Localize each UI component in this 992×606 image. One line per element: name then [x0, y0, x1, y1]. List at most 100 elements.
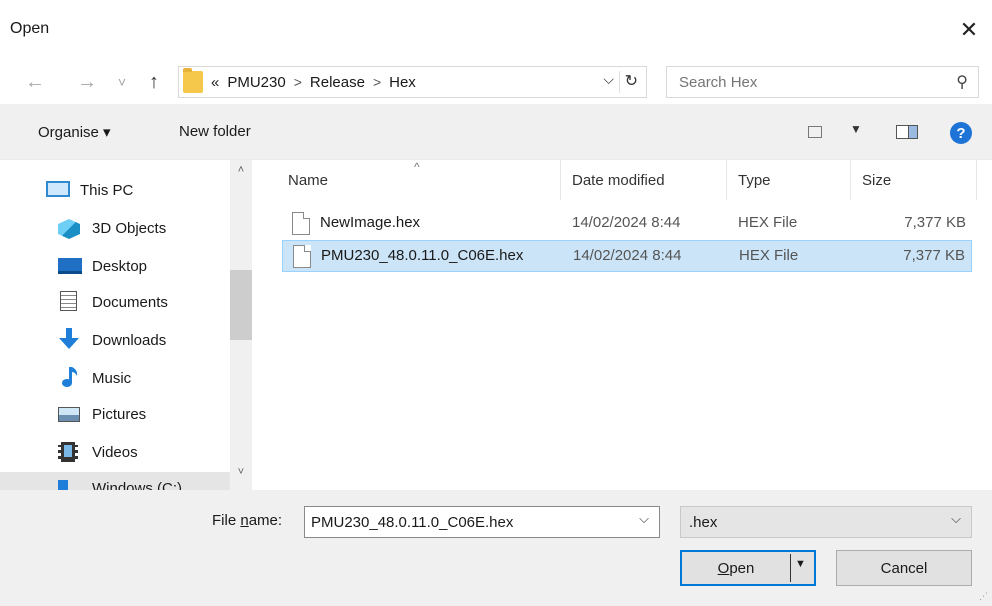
column-divider[interactable] [976, 160, 977, 200]
sidebar-item-pictures[interactable]: Pictures [0, 396, 232, 432]
pictures-icon [58, 407, 80, 422]
search-input[interactable] [679, 73, 939, 91]
back-arrow-icon[interactable]: ← [24, 68, 46, 96]
recent-locations-icon[interactable]: ˅ [112, 68, 132, 96]
file-name: NewImage.hex [320, 214, 421, 231]
refresh-icon[interactable]: ↻ [625, 71, 638, 91]
open-options-dropdown-icon[interactable]: ▼ [795, 558, 806, 570]
open-button[interactable]: Open ▼ [680, 550, 816, 586]
sidebar-item-label: 3D Objects [92, 219, 167, 237]
breadcrumb-item[interactable]: PMU230 [227, 74, 285, 91]
address-divider [619, 71, 620, 93]
file-type: HEX File [739, 247, 799, 264]
videos-icon [58, 442, 78, 462]
desktop-icon [58, 258, 82, 274]
chevron-down-icon[interactable]: ⌵ [639, 511, 649, 527]
column-header-type[interactable]: Type [738, 160, 771, 200]
file-row[interactable]: NewImage.hex 14/02/2024 8:44 HEX File 7,… [282, 208, 972, 240]
file-row-selected[interactable]: PMU230_48.0.11.0_C06E.hex 14/02/2024 8:4… [282, 240, 972, 272]
sidebar-item-label: Pictures [92, 405, 147, 423]
file-type: HEX File [738, 214, 798, 231]
breadcrumb-overflow[interactable]: « [211, 74, 219, 91]
search-box[interactable]: ⚲ [666, 66, 979, 98]
folder-icon [183, 68, 203, 93]
chevron-down-icon[interactable]: ⌵ [951, 511, 961, 527]
label-accelerator: n [240, 512, 249, 529]
documents-icon [60, 291, 77, 311]
label-accelerator: O [717, 559, 730, 577]
sidebar-item-windows-c[interactable]: Windows (C:) [0, 472, 232, 490]
breadcrumb-item[interactable]: Release [310, 74, 365, 91]
sidebar-item-label: Videos [92, 443, 138, 461]
breadcrumb-separator-icon[interactable]: > [373, 74, 381, 90]
navigation-pane: This PC 3D Objects Desktop Documents Dow… [0, 160, 252, 490]
split-divider [790, 554, 791, 582]
title-bar: Open ✕ [0, 0, 992, 60]
label-part: pen [729, 559, 755, 577]
view-dropdown-icon[interactable]: ▼ [850, 122, 862, 136]
downloads-icon [58, 328, 80, 350]
filter-value: .hex [689, 513, 718, 531]
organise-button[interactable]: Organise ▾ [38, 123, 111, 141]
file-icon [293, 245, 311, 268]
file-name-label: File name: [212, 512, 282, 529]
new-folder-button[interactable]: New folder [179, 123, 251, 140]
search-icon[interactable]: ⚲ [956, 72, 968, 92]
file-type-filter[interactable]: .hex ⌵ [680, 506, 972, 538]
close-icon[interactable]: ✕ [946, 12, 992, 48]
scroll-up-icon[interactable]: ˄ [230, 164, 252, 176]
file-date: 14/02/2024 8:44 [573, 247, 682, 264]
address-bar[interactable]: « PMU230 > Release > Hex ⌵ ↻ [178, 66, 647, 98]
resize-grip-icon[interactable]: ⋰ [979, 591, 988, 602]
sidebar-item-downloads[interactable]: Downloads [0, 322, 232, 358]
file-list: ^ Name Date modified Type Size NewImage.… [262, 160, 992, 490]
cancel-button[interactable]: Cancel [836, 550, 972, 586]
breadcrumb: « PMU230 > Release > Hex [211, 74, 416, 91]
file-date: 14/02/2024 8:44 [572, 214, 681, 231]
file-icon [292, 212, 310, 235]
sort-ascending-icon: ^ [414, 160, 420, 174]
column-header-date-modified[interactable]: Date modified [572, 160, 665, 200]
window-title: Open [10, 20, 50, 37]
label-part: File [212, 512, 241, 529]
help-icon[interactable]: ? [950, 122, 972, 144]
sidebar-item-videos[interactable]: Videos [0, 434, 232, 470]
column-divider[interactable] [850, 160, 851, 200]
sidebar-item-3d-objects[interactable]: 3D Objects [0, 210, 232, 246]
sidebar-item-label: Documents [92, 293, 168, 311]
file-name-input[interactable] [311, 513, 631, 531]
command-bar: Organise ▾ New folder ▼ ? [0, 104, 992, 160]
scrollbar-thumb[interactable] [230, 270, 252, 340]
sidebar-item-this-pc[interactable]: This PC [0, 172, 232, 208]
column-divider[interactable] [560, 160, 561, 200]
dialog-footer: File name: ⌵ .hex ⌵ Open ▼ Cancel ⋰ [0, 490, 992, 606]
file-name-combobox[interactable]: ⌵ [304, 506, 660, 538]
address-dropdown-icon[interactable]: ⌵ [603, 71, 614, 88]
column-divider[interactable] [726, 160, 727, 200]
drive-icon [58, 480, 68, 490]
music-icon [60, 366, 80, 388]
forward-arrow-icon[interactable]: → [76, 68, 98, 96]
sidebar-item-label: Desktop [92, 257, 148, 275]
sidebar-item-desktop[interactable]: Desktop [0, 248, 232, 284]
column-header-size[interactable]: Size [862, 160, 891, 200]
sidebar-item-label: Windows (C:) [92, 480, 183, 490]
sidebar-item-documents[interactable]: Documents [0, 284, 232, 320]
sidebar-scrollbar[interactable]: ˄ ˅ [230, 160, 252, 490]
view-options-icon[interactable] [808, 126, 822, 138]
file-size: 7,377 KB [903, 247, 965, 264]
label-part: ame: [248, 512, 283, 529]
up-arrow-icon[interactable]: ↑ [142, 68, 166, 96]
column-header-name[interactable]: Name [288, 160, 328, 200]
sidebar-item-label: This PC [80, 181, 134, 199]
3d-objects-icon [58, 219, 80, 239]
computer-icon [46, 181, 70, 197]
sidebar-item-label: Music [92, 369, 132, 387]
scroll-down-icon[interactable]: ˅ [230, 466, 252, 478]
address-row: ← → ˅ ↑ « PMU230 > Release > Hex ⌵ ↻ ⚲ [0, 60, 992, 104]
preview-pane-icon[interactable] [896, 125, 918, 139]
breadcrumb-item[interactable]: Hex [389, 74, 416, 91]
breadcrumb-separator-icon[interactable]: > [294, 74, 302, 90]
sidebar-item-music[interactable]: Music [0, 360, 232, 396]
file-name: PMU230_48.0.11.0_C06E.hex [321, 247, 524, 264]
